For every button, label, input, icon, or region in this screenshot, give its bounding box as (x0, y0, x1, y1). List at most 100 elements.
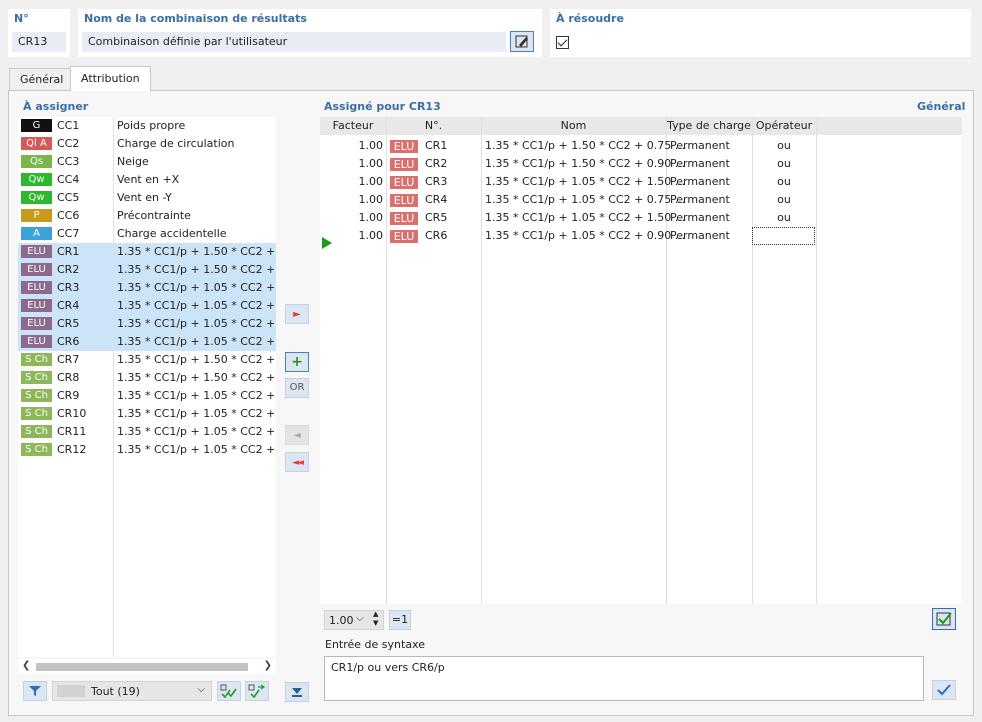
list-item[interactable]: P CC6 Précontrainte (18, 207, 276, 225)
item-code: CR4 (57, 299, 80, 312)
assigned-table[interactable]: Facteur N°. Nom Type de charge Opérateur… (320, 117, 962, 604)
list-item[interactable]: S Ch CR12 1.35 * CC1/p + 1.05 * CC2 + 0... (18, 441, 276, 459)
edit-name-button[interactable] (510, 31, 534, 52)
set-factor-one-button[interactable]: =1 (389, 610, 411, 630)
col-operator-header[interactable]: Opérateur (752, 117, 816, 135)
filter-button[interactable] (23, 681, 47, 701)
item-description: Vent en +X (117, 173, 180, 186)
operator-cell[interactable]: ou (752, 155, 816, 173)
factor-cell[interactable]: 1.00 (320, 173, 384, 191)
table-row[interactable]: 1.00 ELU CR5 1.35 * CC1/p + 1.05 * CC2 + 1.… (320, 209, 962, 227)
item-description: 1.35 * CC1/p + 1.50 * CC2 + 0... (117, 263, 274, 276)
checkmark-icon (937, 684, 951, 696)
list-item[interactable]: ELU CR3 1.35 * CC1/p + 1.05 * CC2 + 1... (18, 279, 276, 297)
item-description: 1.35 * CC1/p + 1.05 * CC2 + 1... (117, 317, 274, 330)
apply-check-button[interactable] (932, 608, 956, 630)
number-field[interactable]: CR13 (12, 32, 66, 52)
type-badge: S Ch (21, 425, 52, 438)
type-badge: ELU (21, 245, 52, 258)
operator-cell[interactable]: ou (752, 209, 816, 227)
item-description: 1.35 * CC1/p + 1.05 * CC2 + 1... (117, 281, 274, 294)
or-button[interactable]: OR (285, 378, 309, 398)
spin-up-icon[interactable]: ▲ (373, 610, 378, 618)
col-factor-header[interactable]: Facteur (320, 117, 386, 135)
factor-cell[interactable]: 1.00 (320, 155, 384, 173)
list-item[interactable]: S Ch CR10 1.35 * CC1/p + 1.05 * CC2 + 0... (18, 405, 276, 423)
solve-checkbox[interactable] (556, 36, 569, 49)
confirm-syntax-button[interactable] (932, 680, 956, 700)
scroll-right-icon[interactable]: ❯ (264, 660, 272, 671)
list-item[interactable]: ELU CR5 1.35 * CC1/p + 1.05 * CC2 + 1... (18, 315, 276, 333)
list-item[interactable]: Qw CC4 Vent en +X (18, 171, 276, 189)
list-item[interactable]: A CC7 Charge accidentelle (18, 225, 276, 243)
name-label: Nom de la combinaison de résultats (84, 12, 307, 25)
badge-cell: ELU (390, 140, 418, 153)
to-assign-list[interactable]: G CC1 Poids propre Ql A CC2 Charge de circula… (18, 117, 276, 657)
list-item[interactable]: ELU CR4 1.35 * CC1/p + 1.05 * CC2 + 0... (18, 297, 276, 315)
collapse-button[interactable] (285, 682, 309, 702)
list-item[interactable]: ELU CR6 1.35 * CC1/p + 1.05 * CC2 + 0... (18, 333, 276, 351)
chevron-down-icon: ⌵ (197, 684, 205, 695)
name-field[interactable]: Combinaison définie par l'utilisateur (82, 32, 506, 52)
operator-cell[interactable]: ou (752, 137, 816, 155)
horizontal-scrollbar[interactable]: ❮ ❯ (18, 659, 276, 674)
col-no-header[interactable]: N°. (386, 117, 481, 135)
filter-select[interactable]: Tout (19) ⌵ (52, 681, 212, 701)
col-type-header[interactable]: Type de charge (666, 117, 752, 135)
table-row[interactable]: 1.00 ELU CR4 1.35 * CC1/p + 1.05 * CC2 + 0.… (320, 191, 962, 209)
list-item[interactable]: Qs CC3 Neige (18, 153, 276, 171)
item-description: 1.35 * CC1/p + 1.50 * CC2 + 0... (117, 245, 274, 258)
list-item[interactable]: G CC1 Poids propre (18, 117, 276, 135)
factor-cell[interactable]: 1.00 (320, 209, 384, 227)
scroll-left-icon[interactable]: ❮ (22, 660, 30, 671)
item-code: CC5 (57, 191, 80, 204)
factor-cell[interactable]: 1.00 (320, 137, 384, 155)
list-item[interactable]: Ql A CC2 Charge de circulation (18, 135, 276, 153)
list-item[interactable]: ELU CR2 1.35 * CC1/p + 1.50 * CC2 + 0... (18, 261, 276, 279)
table-row[interactable]: 1.00 ELU CR3 1.35 * CC1/p + 1.05 * CC2 + 1.… (320, 173, 962, 191)
list-item[interactable]: S Ch CR11 1.35 * CC1/p + 1.05 * CC2 + 1... (18, 423, 276, 441)
assign-selected-button[interactable]: ► (285, 304, 309, 324)
item-description: Poids propre (117, 119, 186, 132)
item-description: 1.35 * CC1/p + 1.50 * CC2 + 0... (117, 353, 274, 366)
type-badge: Ql A (21, 137, 52, 150)
scrollbar-thumb[interactable] (36, 663, 248, 671)
table-row[interactable]: 1.00 ELU CR6 1.35 * CC1/p + 1.05 * CC2 + 0.… (320, 227, 962, 245)
tab-attribution[interactable]: Attribution (70, 66, 151, 91)
factor-cell[interactable]: 1.00 (320, 191, 384, 209)
operator-edit-focus[interactable] (752, 227, 815, 245)
syntax-input[interactable]: CR1/p ou vers CR6/p (324, 656, 924, 701)
item-description: Vent en -Y (117, 191, 172, 204)
type-badge: S Ch (21, 407, 52, 420)
no-cell: CR3 (425, 175, 448, 188)
col-name-header[interactable]: Nom (481, 117, 666, 135)
unassign-selected-button[interactable]: ◄ (285, 425, 309, 445)
type-badge: A (21, 227, 52, 240)
no-cell: CR4 (425, 193, 448, 206)
list-item[interactable]: S Ch CR7 1.35 * CC1/p + 1.50 * CC2 + 0... (18, 351, 276, 369)
item-code: CR5 (57, 317, 80, 330)
arrow-left-icon: ◄ (293, 430, 301, 441)
list-item[interactable]: Qw CC5 Vent en -Y (18, 189, 276, 207)
list-item[interactable]: ELU CR1 1.35 * CC1/p + 1.50 * CC2 + 0... (18, 243, 276, 261)
item-code: CR10 (57, 407, 87, 420)
item-code: CC3 (57, 155, 80, 168)
select-all-button[interactable] (217, 681, 241, 701)
type-badge: ELU (21, 317, 52, 330)
add-button[interactable]: + (285, 352, 309, 372)
toggle-selection-button[interactable] (245, 681, 269, 701)
check-square-icon (936, 612, 952, 626)
list-item[interactable]: S Ch CR8 1.35 * CC1/p + 1.50 * CC2 + 0... (18, 369, 276, 387)
table-row[interactable]: 1.00 ELU CR2 1.35 * CC1/p + 1.50 * CC2 + 0.… (320, 155, 962, 173)
chevron-down-icon[interactable]: ⌵ (356, 613, 364, 624)
tab-general[interactable]: Général (9, 68, 75, 90)
operator-cell[interactable]: ou (752, 191, 816, 209)
factor-spinner[interactable]: 1.00 ⌵ ▲ ▼ (324, 610, 384, 630)
operator-cell[interactable]: ou (752, 173, 816, 191)
arrow-down-bar-icon (292, 688, 302, 697)
spin-down-icon[interactable]: ▼ (373, 619, 378, 627)
table-row[interactable]: 1.00 ELU CR1 1.35 * CC1/p + 1.50 * CC2 + 0.… (320, 137, 962, 155)
unassign-all-button[interactable]: ◄◄ (285, 452, 309, 472)
item-code: CR6 (57, 335, 80, 348)
list-item[interactable]: S Ch CR9 1.35 * CC1/p + 1.05 * CC2 + 1... (18, 387, 276, 405)
